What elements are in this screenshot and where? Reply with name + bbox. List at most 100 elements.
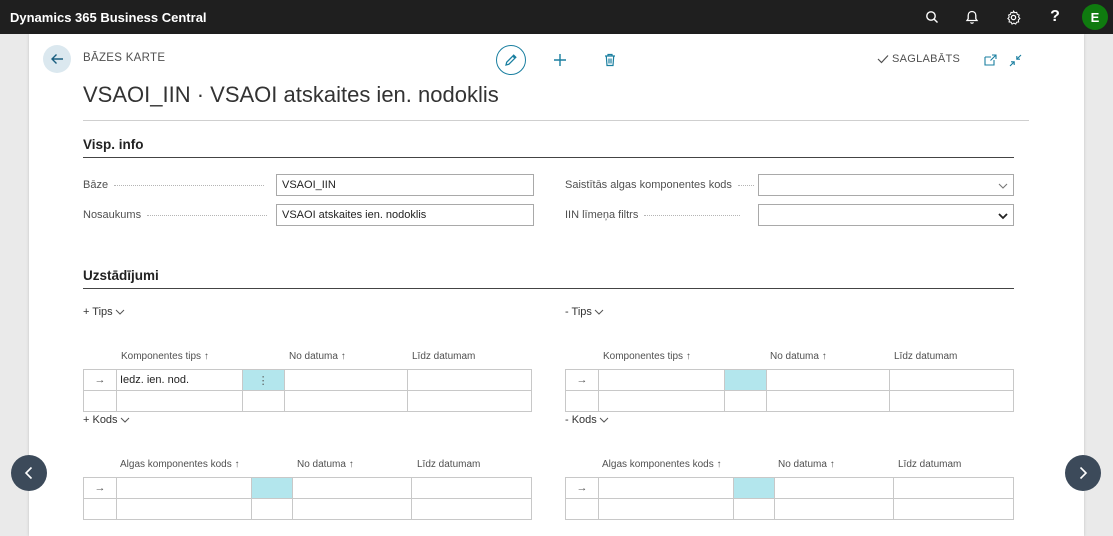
component-code-cell[interactable] [115,477,252,499]
page-title: VSAOI_IIN · VSAOI atskaites ien. nodokli… [83,82,499,107]
component-code-cell[interactable] [597,498,734,520]
bell-icon[interactable] [962,7,982,27]
row-menu-icon[interactable]: ⋮ [241,369,285,391]
edit-button[interactable] [496,45,526,75]
linked-component-label: Saistītās algas komponentes kods [565,179,755,191]
to-date-cell[interactable] [893,498,1014,520]
search-icon[interactable] [922,7,942,27]
plus-tips-label: + Tips [83,306,113,318]
col-header-from-date[interactable]: No datuma ↑ [289,351,346,362]
minus-tips-toggle[interactable]: - Tips [565,306,604,318]
to-date-cell[interactable] [889,369,1014,391]
row-menu-cell[interactable] [732,477,775,499]
from-date-cell[interactable] [291,498,413,520]
to-date-cell[interactable] [893,477,1014,499]
row-selector[interactable] [565,498,599,520]
col-header-to-date[interactable]: Līdz datumam [412,351,475,362]
plus-tips-toggle[interactable]: + Tips [83,306,125,318]
chevron-down-icon [115,309,125,315]
to-date-cell[interactable] [889,390,1014,412]
name-label: Nosaukums [83,209,273,221]
col-header-to-date[interactable]: Līdz datumam [894,351,957,362]
col-header-to-date[interactable]: Līdz datumam [417,459,480,470]
row-selector[interactable] [83,390,117,412]
row-arrow-icon[interactable]: → [565,369,599,391]
help-icon[interactable]: ? [1045,7,1065,27]
open-new-window-button[interactable] [982,52,998,68]
from-date-cell[interactable] [283,369,409,391]
iin-filter-select[interactable] [758,204,1014,226]
plus-tips-grid: → Iedz. ien. nod. ⋮ [83,369,532,412]
row-selector[interactable] [565,390,599,412]
to-date-cell[interactable] [411,498,532,520]
component-type-cell[interactable] [597,369,725,391]
component-type-cell[interactable]: Iedz. ien. nod. [115,369,243,391]
to-date-cell[interactable] [411,477,532,499]
col-header-from-date[interactable]: No datuma ↑ [770,351,827,362]
col-header-component-code[interactable]: Algas komponentes kods ↑ [602,459,722,470]
name-field[interactable] [276,204,534,226]
back-arrow-icon [51,54,63,64]
avatar[interactable]: E [1082,4,1108,30]
col-header-component-type[interactable]: Komponentes tips ↑ [121,351,209,362]
row-arrow-icon[interactable]: → [83,477,117,499]
component-code-cell[interactable] [115,498,252,520]
row-menu-cell[interactable] [250,477,293,499]
from-date-cell[interactable] [765,390,891,412]
minus-tips-label: - Tips [565,306,592,318]
base-label: Bāze [83,179,273,191]
plus-kods-grid: → [83,477,532,520]
minus-kods-toggle[interactable]: - Kods [565,414,609,426]
chevron-down-icon [997,179,1009,197]
section-title-settings[interactable]: Uzstādījumi [83,268,159,283]
back-button[interactable] [43,45,71,73]
row-selector[interactable] [83,498,117,520]
table-row[interactable] [83,390,532,412]
col-header-from-date[interactable]: No datuma ↑ [297,459,354,470]
chevron-left-icon [24,466,33,480]
component-code-cell[interactable] [597,477,734,499]
plus-kods-toggle[interactable]: + Kods [83,414,130,426]
table-row[interactable]: → [565,477,1014,499]
row-menu-cell[interactable] [732,498,775,520]
to-date-cell[interactable] [407,369,532,391]
component-type-cell[interactable] [115,390,243,412]
row-menu-cell[interactable] [723,390,767,412]
section-title-general[interactable]: Visp. info [83,137,144,152]
table-row[interactable]: → [565,369,1014,391]
from-date-cell[interactable] [765,369,891,391]
minus-kods-grid: → [565,477,1014,520]
row-arrow-icon[interactable]: → [565,477,599,499]
row-menu-cell[interactable] [241,390,285,412]
previous-record-button[interactable] [11,455,47,491]
table-row[interactable]: → Iedz. ien. nod. ⋮ [83,369,532,391]
from-date-cell[interactable] [773,498,895,520]
chevron-down-icon [594,309,604,315]
app-title[interactable]: Dynamics 365 Business Central [10,10,207,25]
linked-component-select[interactable] [758,174,1014,196]
col-header-component-type[interactable]: Komponentes tips ↑ [603,351,691,362]
next-record-button[interactable] [1065,455,1101,491]
delete-button[interactable] [601,51,619,69]
chevron-down-icon [599,417,609,423]
from-date-cell[interactable] [773,477,895,499]
base-field[interactable] [276,174,534,196]
row-menu-cell[interactable] [723,369,767,391]
to-date-cell[interactable] [407,390,532,412]
gear-icon[interactable] [1003,7,1023,27]
component-type-cell[interactable] [597,390,725,412]
col-header-component-code[interactable]: Algas komponentes kods ↑ [120,459,240,470]
minus-kods-label: - Kods [565,414,597,426]
table-row[interactable]: → [83,477,532,499]
col-header-to-date[interactable]: Līdz datumam [898,459,961,470]
col-header-from-date[interactable]: No datuma ↑ [778,459,835,470]
table-row[interactable] [565,498,1014,520]
collapse-button[interactable] [1007,52,1023,68]
new-button[interactable] [551,51,569,69]
table-row[interactable] [565,390,1014,412]
from-date-cell[interactable] [283,390,409,412]
from-date-cell[interactable] [291,477,413,499]
table-row[interactable] [83,498,532,520]
row-menu-cell[interactable] [250,498,293,520]
row-arrow-icon[interactable]: → [83,369,117,391]
